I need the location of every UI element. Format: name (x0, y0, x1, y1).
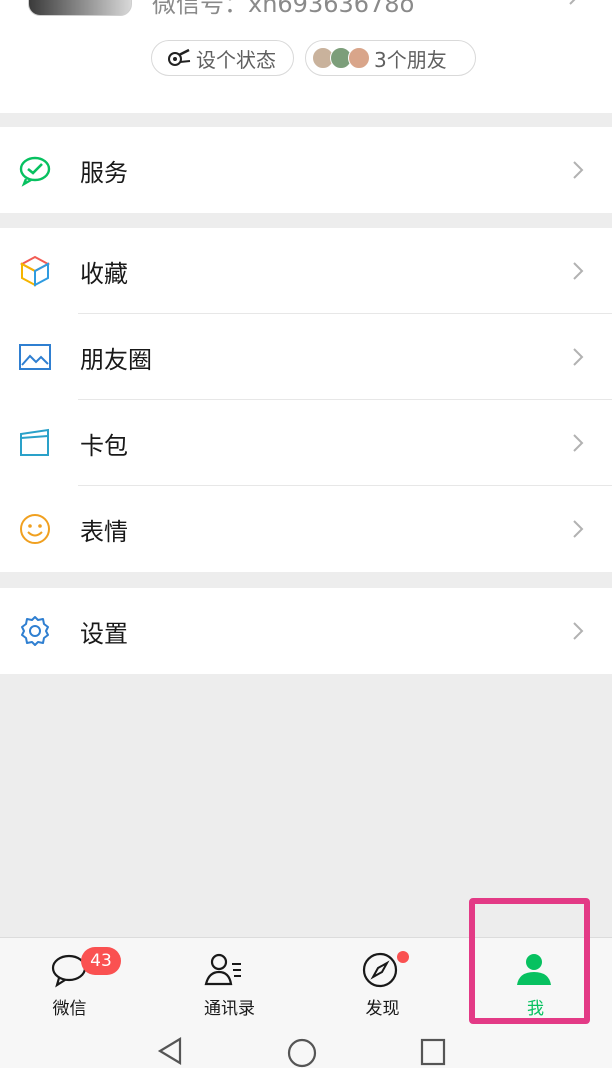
tab-discover[interactable]: 发现 (306, 938, 459, 1026)
tab-chats[interactable]: 43 微信 (0, 938, 153, 1026)
chevron-right-icon (573, 622, 584, 640)
friends-count-label: 3个朋友 (374, 47, 447, 72)
wechat-id: 微信号：xh69363678о (152, 0, 415, 18)
chevron-right-icon (573, 348, 584, 366)
menu-item-moments[interactable]: 朋友圈 (0, 314, 612, 400)
unread-badge: 43 (81, 947, 121, 975)
selection-highlight (469, 898, 590, 1024)
tab-discover-label: 发现 (365, 999, 400, 1019)
tab-contacts-label: 通讯录 (204, 999, 255, 1019)
smiley-icon (20, 514, 50, 544)
settings-label: 设置 (80, 619, 128, 648)
settings-section: 设置 (0, 588, 612, 674)
compass-icon (362, 952, 398, 988)
card-icon (20, 428, 49, 456)
gear-icon (21, 616, 49, 646)
favorites-label: 收藏 (80, 259, 128, 288)
contacts-icon (204, 953, 241, 986)
home-circle-icon (287, 1038, 317, 1068)
menu-item-settings[interactable]: 设置 (0, 588, 612, 674)
recent-square-icon (420, 1038, 446, 1066)
checkmark-chat-icon (19, 156, 51, 187)
set-status-label: 设个状态 (196, 47, 276, 72)
cards-label: 卡包 (80, 431, 128, 460)
chevron-right-icon (569, 0, 576, 5)
tab-contacts[interactable]: 通讯录 (153, 938, 306, 1026)
stickers-label: 表情 (80, 517, 128, 546)
avatar[interactable] (28, 0, 132, 16)
friend-avatar (348, 47, 370, 69)
tab-chats-label: 微信 (52, 999, 87, 1019)
back-triangle-icon (157, 1037, 182, 1065)
set-status-button[interactable]: 设个状态 (151, 40, 294, 76)
cube-icon (19, 255, 51, 287)
chevron-right-icon (573, 161, 584, 179)
photo-icon (19, 344, 51, 370)
moments-label: 朋友圈 (80, 345, 152, 374)
main-menu-section: 收藏 朋友圈 卡包 表情 (0, 228, 612, 572)
qr-code-icon[interactable] (514, 0, 536, 4)
profile-header[interactable]: 微信号：xh69363678о 设个状态 3个朋友 (0, 0, 612, 113)
services-label: 服务 (80, 158, 128, 187)
chevron-right-icon (573, 262, 584, 280)
menu-item-favorites[interactable]: 收藏 (0, 228, 612, 314)
discover-notification-dot (397, 951, 409, 963)
status-icon (168, 48, 191, 66)
services-section: 服务 (0, 127, 612, 213)
friends-status-button[interactable]: 3个朋友 (305, 40, 476, 76)
menu-item-stickers[interactable]: 表情 (0, 486, 612, 572)
menu-item-services[interactable]: 服务 (0, 127, 612, 213)
menu-item-cards[interactable]: 卡包 (0, 400, 612, 486)
chevron-right-icon (573, 434, 584, 452)
android-nav-bar (157, 1037, 446, 1068)
chevron-right-icon (573, 520, 584, 538)
